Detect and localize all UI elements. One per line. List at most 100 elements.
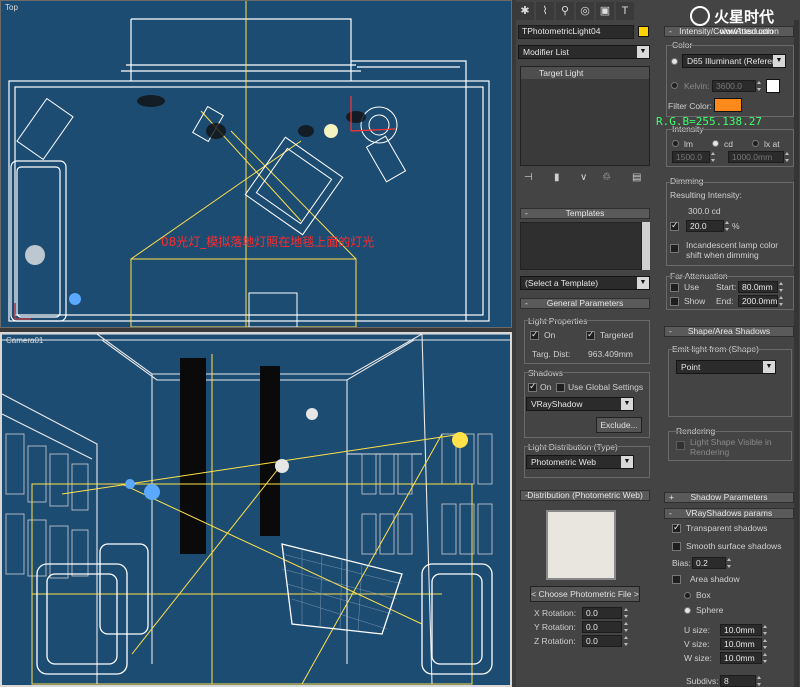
modify-icon[interactable]: ⌇ <box>536 2 554 20</box>
preset-radio[interactable] <box>671 58 678 65</box>
stack-item-target-light[interactable]: Target Light <box>521 67 649 79</box>
object-color-swatch[interactable] <box>638 26 649 37</box>
collapse-icon: - <box>525 298 528 308</box>
kelvin-field[interactable]: 3600.0 <box>712 80 756 92</box>
remove-modifier-icon[interactable]: ♲ <box>602 172 611 183</box>
rollout-vrayshadows-params[interactable]: - VRayShadows params <box>664 508 794 519</box>
configure-sets-icon[interactable]: ▤ <box>632 172 641 183</box>
light-distribution-dropdown[interactable]: Photometric Web ▼ <box>526 455 634 469</box>
dimming-percent-spinner[interactable] <box>725 220 730 232</box>
choose-photometric-file-button[interactable]: < Choose Photometric File > <box>530 586 640 602</box>
lm-value-field[interactable]: 1500.0 <box>672 151 710 163</box>
show-end-result-icon[interactable]: ▮ <box>554 172 560 183</box>
lx-radio[interactable] <box>752 140 759 147</box>
collapse-icon: - <box>669 26 672 36</box>
far-use-checkbox[interactable] <box>670 283 679 292</box>
u-size-field[interactable]: 10.0mm <box>720 624 762 636</box>
shadow-type-dropdown[interactable]: VRayShadow ▼ <box>526 397 634 411</box>
chevron-down-icon: ▼ <box>621 456 633 468</box>
templates-list[interactable] <box>520 222 642 270</box>
smooth-surface-checkbox[interactable] <box>672 542 681 551</box>
subdivs-field[interactable]: 8 <box>720 675 756 687</box>
color-preset-value: D65 Illuminant (Reference White) <box>687 56 786 66</box>
z-rotation-field[interactable]: 0.0 <box>582 635 622 647</box>
kelvin-radio[interactable] <box>671 82 678 89</box>
y-rotation-spinner[interactable] <box>624 621 629 633</box>
z-rotation-spinner[interactable] <box>624 635 629 647</box>
targeted-checkbox[interactable] <box>586 329 595 340</box>
resulting-intensity-label: Resulting Intensity: <box>670 190 742 200</box>
display-icon[interactable]: ▣ <box>596 2 614 20</box>
targeted-label: Targeted <box>600 330 634 340</box>
rollout-general-parameters[interactable]: - General Parameters <box>520 298 650 309</box>
use-global-label: Use Global Settings <box>568 382 644 392</box>
modifier-stack[interactable]: Target Light <box>520 66 650 166</box>
filter-color-swatch[interactable] <box>714 98 742 112</box>
area-shadow-label: Area shadow <box>690 574 740 584</box>
far-end-field[interactable]: 200.0mm <box>738 295 778 307</box>
cd-radio[interactable] <box>712 140 719 147</box>
sphere-radio[interactable] <box>684 607 691 614</box>
object-name-field[interactable]: TPhotometricLight04 <box>518 25 634 39</box>
lx-distance-field[interactable]: 1000.0mm <box>728 151 784 163</box>
exclude-button[interactable]: Exclude... <box>596 417 642 433</box>
chevron-down-icon: ▼ <box>621 398 633 410</box>
color-preset-dropdown[interactable]: D65 Illuminant (Reference White) ▼ <box>682 54 786 68</box>
dimming-percent-field[interactable]: 20.0 <box>686 220 724 232</box>
bias-spinner[interactable] <box>727 557 732 569</box>
dimming-checkbox[interactable] <box>670 220 679 231</box>
lm-value-spinner[interactable] <box>711 151 716 163</box>
template-select-label: (Select a Template) <box>525 278 599 288</box>
lx-distance-spinner[interactable] <box>785 151 790 163</box>
make-unique-icon[interactable]: ∨ <box>580 172 587 183</box>
far-start-field[interactable]: 80.0mm <box>738 281 778 293</box>
far-start-spinner[interactable] <box>779 281 784 293</box>
shape-dropdown[interactable]: Point ▼ <box>676 360 776 374</box>
use-global-checkbox[interactable] <box>556 383 565 392</box>
kelvin-label: Kelvin: <box>684 81 710 91</box>
x-rotation-spinner[interactable] <box>624 607 629 619</box>
camera-viewport[interactable]: Camera01 <box>0 332 512 687</box>
motion-icon[interactable]: ◎ <box>576 2 594 20</box>
kelvin-swatch[interactable] <box>766 79 780 93</box>
rollout-shape-area-shadows[interactable]: - Shape/Area Shadows <box>664 326 794 337</box>
w-size-spinner[interactable] <box>763 652 768 664</box>
subdivs-spinner[interactable] <box>757 675 762 687</box>
v-size-label: V size: <box>684 639 710 649</box>
hierarchy-icon[interactable]: ⚲ <box>556 2 574 20</box>
rollout-templates[interactable]: - Templates <box>520 208 650 219</box>
pin-stack-icon[interactable]: ⊣ <box>524 172 533 183</box>
panel-scrollbar[interactable] <box>794 20 799 687</box>
shadow-type-label: VRayShadow <box>531 399 583 409</box>
box-radio[interactable] <box>684 592 691 599</box>
far-show-checkbox[interactable] <box>670 297 679 306</box>
v-size-spinner[interactable] <box>763 638 768 650</box>
light-on-checkbox[interactable] <box>530 329 539 340</box>
incandescent-checkbox[interactable] <box>670 244 679 253</box>
templates-scrollbar[interactable] <box>642 222 650 270</box>
top-viewport[interactable]: Top 08光灯_模拟落地灯照在地毯上面的灯光 <box>0 0 512 328</box>
viewport-label-top: Top <box>5 3 18 12</box>
kelvin-spinner[interactable] <box>757 80 762 92</box>
expand-icon: + <box>669 492 674 502</box>
u-size-spinner[interactable] <box>763 624 768 636</box>
rollout-distribution-photometric-web[interactable]: - Distribution (Photometric Web) <box>520 490 650 501</box>
bias-field[interactable]: 0.2 <box>692 557 726 569</box>
w-size-field[interactable]: 10.0mm <box>720 652 762 664</box>
x-rotation-field[interactable]: 0.0 <box>582 607 622 619</box>
area-shadow-checkbox[interactable] <box>672 575 681 584</box>
far-end-spinner[interactable] <box>779 295 784 307</box>
rollout-shadow-parameters[interactable]: + Shadow Parameters <box>664 492 794 503</box>
modifier-list-dropdown[interactable]: Modifier List ▼ <box>518 45 650 59</box>
transparent-shadows-checkbox[interactable] <box>672 522 681 533</box>
v-size-field[interactable]: 10.0mm <box>720 638 762 650</box>
light-shape-visible-checkbox[interactable] <box>676 441 685 450</box>
shadows-on-checkbox[interactable] <box>528 381 537 392</box>
y-rotation-field[interactable]: 0.0 <box>582 621 622 633</box>
lm-radio[interactable] <box>672 140 679 147</box>
stack-toolbar: ⊣ ▮ ∨ ♲ ▤ <box>524 172 650 186</box>
template-select-dropdown[interactable]: (Select a Template) ▼ <box>520 276 650 290</box>
rgb-note: R.G.B=255.138.27 <box>656 115 762 128</box>
utilities-icon[interactable]: T <box>616 2 634 20</box>
create-icon[interactable]: ✱ <box>516 2 534 20</box>
